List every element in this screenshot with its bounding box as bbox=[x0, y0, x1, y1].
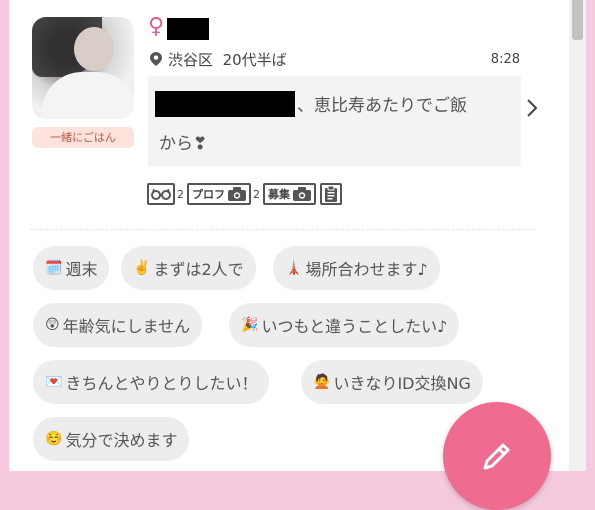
camera-icon bbox=[293, 187, 311, 201]
chip-no-sudden-id[interactable]: 🙅 いきなりID交換NG bbox=[301, 360, 483, 404]
footprints-count: 2 bbox=[177, 187, 184, 201]
divider bbox=[30, 229, 535, 230]
female-symbol-icon: ♀ bbox=[148, 14, 165, 39]
chip-label: 場所合わせます♪ bbox=[305, 260, 428, 279]
chip-label: いきなりID交換NG bbox=[333, 374, 471, 393]
age-text: 20代半ば bbox=[222, 51, 287, 69]
tokyo-tower-icon: 🗼 bbox=[285, 260, 303, 276]
profile-photos-count: 2 bbox=[253, 187, 260, 201]
chip-label: まずは2人で bbox=[153, 260, 244, 279]
location-age: 渋谷区 20代半ば bbox=[168, 49, 287, 70]
surprised-face-icon: 😲 bbox=[45, 317, 60, 333]
location-text: 渋谷区 bbox=[168, 51, 214, 69]
glasses-icon bbox=[151, 188, 171, 200]
scrollbar-track[interactable] bbox=[569, 0, 586, 471]
party-popper-icon: 🎉 bbox=[241, 317, 259, 333]
compose-button[interactable] bbox=[443, 402, 551, 510]
document-icon bbox=[325, 186, 337, 202]
profile-label: プロフ bbox=[192, 188, 225, 201]
chip-label: 年齢気にしません bbox=[62, 317, 191, 336]
victory-hand-icon: ✌️ bbox=[133, 260, 151, 276]
redacted-message-text bbox=[155, 91, 295, 117]
chip-flexible-place[interactable]: 🗼 場所合わせます♪ bbox=[273, 246, 440, 290]
profile-photos-badge: プロフ bbox=[187, 183, 251, 205]
smiling-face-icon: ☺️ bbox=[45, 431, 63, 447]
document-badge bbox=[320, 183, 342, 205]
recruit-photos-badge: 募集 bbox=[263, 183, 316, 205]
footprints-badge bbox=[147, 183, 175, 205]
purpose-tag: 一緒にごはん bbox=[32, 127, 134, 148]
scrollbar-thumb[interactable] bbox=[572, 0, 583, 40]
camera-icon bbox=[228, 187, 246, 201]
chip-weekend[interactable]: 🗓️ 週末 bbox=[33, 246, 110, 290]
avatar[interactable] bbox=[32, 17, 134, 119]
redacted-username bbox=[167, 18, 209, 40]
message-line-1: 、恵比寿あたりでご飯 bbox=[297, 96, 467, 116]
pencil-icon bbox=[483, 443, 510, 470]
chip-something-different[interactable]: 🎉 いつもと違うことしたい♪ bbox=[229, 303, 460, 347]
chip-label: 週末 bbox=[65, 260, 98, 279]
chip-label: 気分で決めます bbox=[65, 431, 178, 450]
chip-label: きちんとやりとりしたい！ bbox=[65, 374, 258, 393]
recruit-label: 募集 bbox=[268, 188, 290, 201]
chip-label: いつもと違うことしたい♪ bbox=[261, 317, 448, 336]
message-line-2: から❣ bbox=[159, 134, 208, 154]
no-gesture-icon: 🙅 bbox=[313, 374, 331, 390]
chip-two-people[interactable]: ✌️ まずは2人で bbox=[121, 246, 256, 290]
chip-decide-by-mood[interactable]: ☺️ 気分で決めます bbox=[33, 417, 190, 461]
chevron-right-icon[interactable] bbox=[525, 96, 539, 120]
calendar-icon: 🗓️ bbox=[45, 260, 63, 276]
love-letter-icon: 💌 bbox=[45, 374, 63, 390]
map-pin-icon bbox=[150, 52, 162, 66]
post-time: 8:28 bbox=[490, 52, 520, 67]
stats-row: 2 プロフ 2 募集 bbox=[147, 181, 342, 207]
chip-age-ok[interactable]: 😲 年齢気にしません bbox=[33, 303, 203, 347]
chip-proper-messaging[interactable]: 💌 きちんとやりとりしたい！ bbox=[33, 360, 270, 404]
